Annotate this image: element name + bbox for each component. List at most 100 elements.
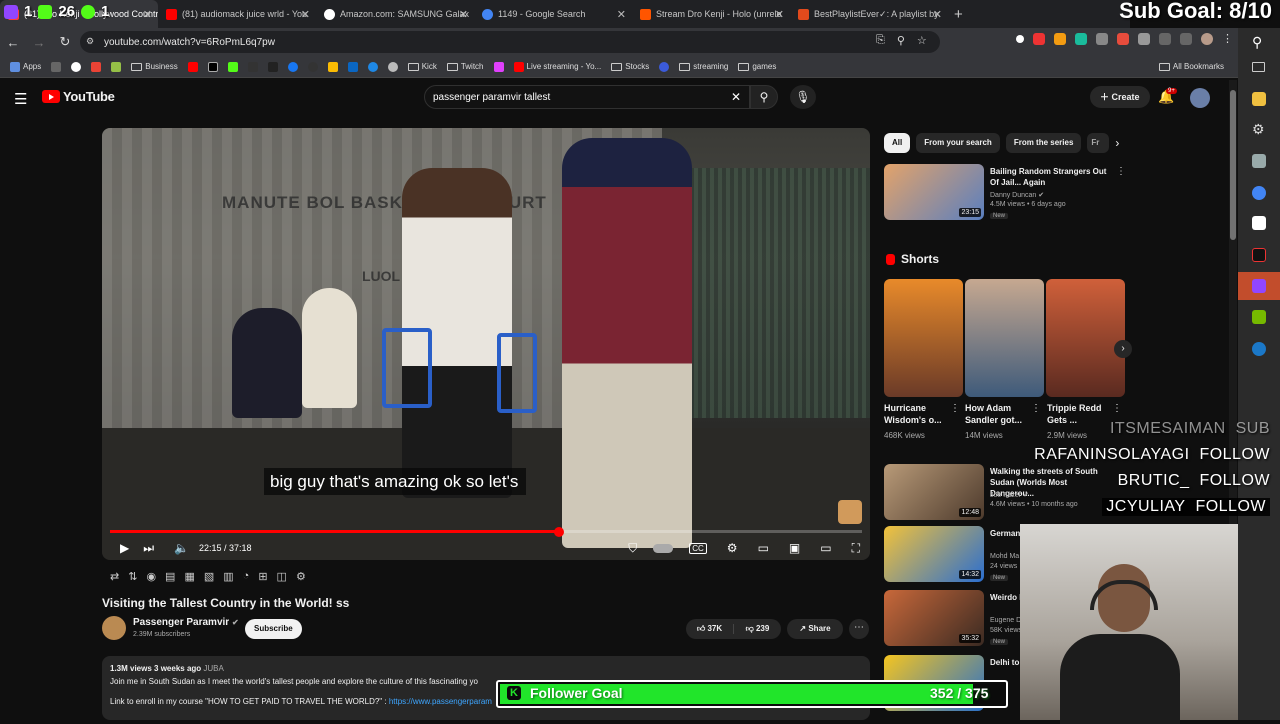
channel-watermark[interactable] — [838, 500, 862, 524]
grid-icon[interactable]: ▥ — [223, 570, 233, 583]
more-icon[interactable]: ⋮ — [1031, 403, 1041, 414]
chrome-icon[interactable] — [367, 61, 378, 72]
film-icon[interactable]: ▦ — [184, 570, 194, 583]
globe-icon[interactable] — [387, 61, 398, 72]
extension-icon[interactable] — [1117, 33, 1129, 45]
chip-all[interactable]: All — [884, 133, 911, 153]
extension-icon[interactable] — [493, 61, 504, 72]
puzzle-icon[interactable] — [1138, 33, 1150, 45]
image-icon[interactable]: ▧ — [204, 570, 214, 583]
shopify-icon[interactable] — [111, 61, 122, 72]
browser-tab[interactable]: Amazon.com: SAMSUNG Galax ✕ — [316, 0, 474, 28]
user-avatar[interactable] — [1190, 88, 1210, 108]
subscribe-button[interactable]: Subscribe — [245, 619, 302, 639]
extension-icon[interactable] — [1054, 33, 1066, 45]
forward-icon[interactable]: → — [26, 35, 52, 50]
course-link[interactable]: https://www.passengerparam — [389, 697, 492, 706]
search-icon[interactable]: ⚲ — [1252, 34, 1262, 51]
short-thumbnail[interactable] — [965, 279, 1044, 397]
bookmark-business[interactable]: Business — [131, 62, 178, 71]
bookmark-apps[interactable]: Apps — [10, 61, 41, 72]
dislike-button[interactable]: 👎︎ 239 — [734, 624, 781, 634]
location-tag[interactable]: JUBA — [203, 664, 223, 673]
google-icon[interactable] — [71, 61, 82, 72]
chip-from-the-series[interactable]: From the series — [1005, 133, 1082, 153]
bookmark-live-streaming[interactable]: Live streaming - Yo... — [513, 61, 601, 72]
next-icon[interactable]: ⏭ — [143, 541, 154, 556]
youtube-logo[interactable]: YouTube — [42, 89, 115, 104]
file-explorer-icon[interactable] — [1252, 92, 1266, 106]
extension-icon[interactable] — [1033, 33, 1045, 45]
zoom-icon[interactable]: ⚲ — [897, 34, 905, 47]
all-bookmarks[interactable]: All Bookmarks — [1158, 62, 1224, 71]
menu-icon[interactable]: ☰ — [14, 90, 27, 108]
new-tab-icon[interactable]: + — [954, 6, 963, 23]
close-icon[interactable]: ✕ — [617, 8, 626, 21]
volume-icon[interactable]: 🔈 — [174, 541, 189, 555]
chip-from-your-search[interactable]: From your search — [916, 133, 1000, 153]
more-icon[interactable]: ⋮ — [1116, 166, 1126, 177]
chevron-right-icon[interactable]: › — [1115, 133, 1119, 153]
short-thumbnail[interactable] — [1046, 279, 1125, 397]
browser-tab[interactable]: 1149 - Google Search ✕ — [474, 0, 632, 28]
play-icon[interactable]: ▶ — [120, 541, 129, 555]
reload-icon[interactable]: ↻ — [52, 34, 78, 50]
app-icon[interactable] — [1252, 248, 1266, 262]
bookmark-streaming[interactable]: streaming — [679, 62, 728, 71]
extension-icon[interactable] — [267, 61, 278, 72]
browser-tab[interactable]: BestPlaylistEver✓: A playlist by ✕ — [790, 0, 948, 28]
short-thumbnail[interactable] — [884, 279, 963, 397]
screenshot-icon[interactable]: ◫ — [277, 570, 287, 583]
settings-gear-icon[interactable]: ⚙ — [727, 541, 738, 555]
autoplay-toggle[interactable] — [653, 543, 674, 553]
bookmark-stocks[interactable]: Stocks — [611, 62, 649, 71]
kick-icon[interactable] — [227, 61, 238, 72]
gmail-icon[interactable] — [91, 61, 102, 72]
theater-mode-icon[interactable]: ▣ — [789, 541, 800, 555]
more-icon[interactable]: ⋮ — [1112, 403, 1122, 414]
loop-icon[interactable]: ⇄ — [110, 570, 119, 583]
shield-icon[interactable]: ⛉ — [628, 541, 637, 556]
captions-icon[interactable]: CC — [689, 542, 707, 554]
linkedin-icon[interactable] — [347, 61, 358, 72]
close-icon[interactable]: ✕ — [459, 8, 468, 21]
x-icon[interactable] — [207, 61, 218, 72]
facebook-icon[interactable] — [287, 61, 298, 72]
chip-partial[interactable]: Fr — [1087, 133, 1110, 153]
clear-search-icon[interactable]: ✕ — [731, 90, 741, 104]
bookmark-games[interactable]: games — [738, 62, 776, 71]
timer-icon[interactable]: ◔ — [243, 570, 250, 582]
more-actions-button[interactable]: ⋯ — [849, 619, 869, 639]
browser-tab[interactable]: (81) audiomack juice wrld - You ✕ — [158, 0, 316, 28]
browser-tab[interactable]: Stream Dro Kenji - Holo (unrele ✕ — [632, 0, 790, 28]
back-icon[interactable]: ← — [0, 35, 26, 50]
fullscreen-icon[interactable]: ⛶ — [852, 541, 860, 556]
site-info-icon[interactable]: ⚙ — [86, 36, 94, 47]
threads-icon[interactable] — [307, 61, 318, 72]
store-icon[interactable] — [1252, 216, 1266, 230]
close-icon[interactable]: ✕ — [933, 8, 942, 21]
steam-icon[interactable] — [1252, 342, 1266, 356]
menu-icon[interactable]: ⋮ — [1222, 33, 1234, 45]
chevron-right-icon[interactable]: › — [1114, 340, 1132, 358]
create-button[interactable]: ＋ Create — [1090, 86, 1150, 108]
bookmark-star-icon[interactable]: ☆ — [917, 34, 927, 47]
media-icon[interactable] — [1180, 33, 1192, 45]
speed-icon[interactable]: ⇅ — [128, 570, 137, 583]
bookmark-kick[interactable]: Kick — [407, 62, 437, 71]
obs-icon[interactable] — [1252, 279, 1266, 293]
voice-search-button[interactable]: 🎙 — [790, 85, 816, 109]
install-app-icon[interactable]: ⎘ — [876, 34, 885, 47]
miniplayer-icon[interactable]: ▭ — [758, 541, 769, 555]
close-icon[interactable]: ✕ — [775, 8, 784, 21]
profile-avatar[interactable] — [1201, 33, 1213, 45]
grid-icon[interactable] — [51, 61, 62, 72]
video-player[interactable]: MANUTE BOL BASKETBALL COURT LUOL DENG bi… — [102, 128, 870, 560]
settings-icon[interactable]: ⚙ — [296, 570, 306, 583]
scrubber-handle[interactable] — [553, 526, 564, 537]
extension-icon[interactable] — [1075, 33, 1087, 45]
app-icon[interactable] — [1252, 154, 1266, 168]
video-progress-bar[interactable] — [110, 526, 862, 537]
bookmark-twitch[interactable]: Twitch — [446, 62, 484, 71]
extension-icon[interactable] — [1016, 35, 1024, 43]
